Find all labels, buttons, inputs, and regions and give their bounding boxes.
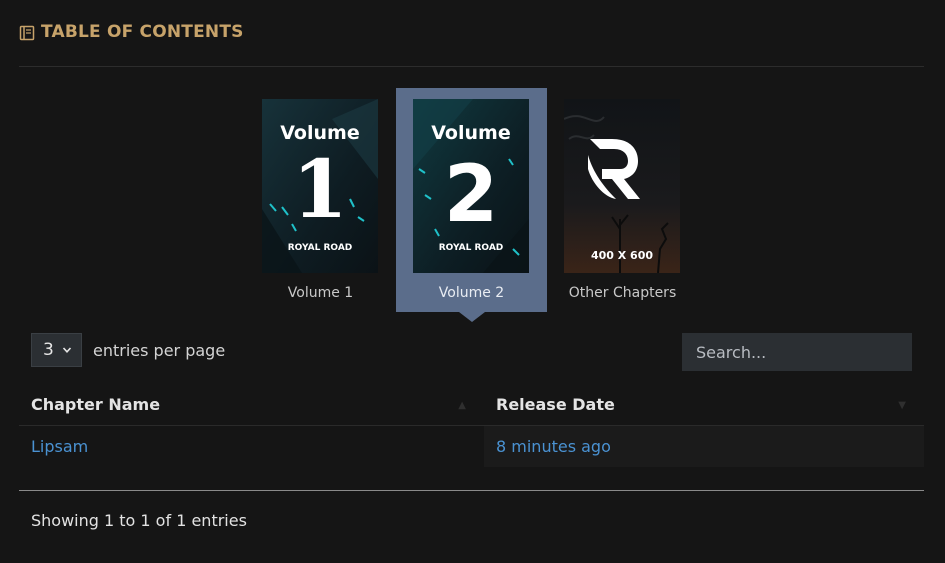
- volume-1-label: Volume 1: [287, 285, 354, 301]
- page-title: TABLE OF CONTENTS: [41, 22, 244, 42]
- entries-per-page-label: entries per page: [93, 341, 226, 360]
- table-info: Showing 1 to 1 of 1 entries: [31, 511, 247, 530]
- volume-1-cover-word: Volume: [280, 122, 359, 144]
- chevron-down-icon: [62, 347, 72, 353]
- table-of-contents-header: TABLE OF CONTENTS: [19, 22, 924, 67]
- search-input[interactable]: [682, 333, 912, 371]
- sort-icon: ▲: [458, 400, 466, 411]
- volume-2-cover-number: 2: [444, 150, 498, 240]
- active-volume-pointer: [459, 312, 485, 322]
- volume-2-label: Volume 2: [438, 285, 505, 301]
- volume-1-cover-number: 1: [292, 142, 348, 236]
- column-release-date-label: Release Date: [496, 395, 615, 414]
- table-footer-divider: [19, 490, 924, 491]
- table-header: Chapter Name ▲ Release Date ▼: [19, 382, 924, 426]
- placeholder-size-text: 400 X 600: [591, 249, 653, 262]
- table-row[interactable]: Lipsam 8 minutes ago: [19, 426, 924, 467]
- column-chapter-name[interactable]: Chapter Name ▲: [19, 382, 484, 425]
- other-chapters-card[interactable]: 400 X 600 Other Chapters: [547, 88, 698, 312]
- volume-2-cover-brand: ROYAL ROAD: [439, 243, 504, 253]
- other-chapters-cover[interactable]: 400 X 600: [564, 99, 680, 273]
- entries-per-page-value: 3: [43, 340, 54, 360]
- release-date-link[interactable]: 8 minutes ago: [496, 437, 611, 456]
- column-release-date[interactable]: Release Date ▼: [484, 382, 924, 425]
- column-chapter-name-label: Chapter Name: [31, 395, 161, 414]
- volume-1-card[interactable]: Volume 1 ROYAL ROAD Volume 1: [245, 88, 396, 312]
- volume-1-cover-brand: ROYAL ROAD: [288, 243, 353, 253]
- entries-per-page-select[interactable]: 3: [31, 333, 82, 367]
- chapter-name-cell: Lipsam: [19, 426, 484, 467]
- volume-2-cover[interactable]: Volume 2 ROYAL ROAD: [413, 99, 529, 273]
- chapter-link[interactable]: Lipsam: [31, 437, 88, 456]
- volume-2-cover-word: Volume: [431, 122, 510, 144]
- volume-2-card[interactable]: Volume 2 ROYAL ROAD Volume 2: [396, 88, 547, 322]
- other-chapters-label: Other Chapters: [568, 285, 677, 301]
- release-date-cell: 8 minutes ago: [484, 426, 924, 467]
- sort-icon: ▼: [898, 400, 906, 411]
- volume-1-cover[interactable]: Volume 1 ROYAL ROAD: [262, 99, 378, 273]
- book-icon: [19, 25, 35, 41]
